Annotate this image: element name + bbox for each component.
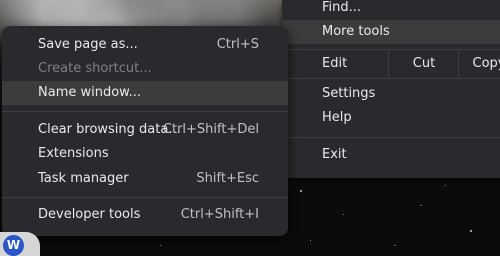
menu-item-extensions[interactable]: Extensions [2, 142, 288, 166]
menu-separator [282, 137, 500, 138]
menu-item-label: Clear browsing data... [38, 122, 181, 137]
copy-button[interactable]: Copy [458, 51, 500, 77]
menu-item-shortcut: Ctrl+Shift+I [180, 207, 259, 222]
browser-main-menu: Find... More tools Edit Cut Copy Setting… [282, 0, 500, 178]
edit-row: Edit Cut Copy [282, 51, 500, 77]
menu-separator [282, 78, 500, 79]
menu-item-label: Save page as... [38, 37, 138, 52]
menu-item-name-window[interactable]: Name window... [2, 81, 288, 105]
menu-item-label: More tools [322, 24, 390, 39]
menu-item-label: Settings [322, 86, 376, 101]
menu-item-label: Find... [322, 0, 362, 15]
cut-button[interactable]: Cut [388, 51, 459, 77]
menu-item-label: Extensions [38, 146, 109, 161]
menu-item-label: Create shortcut... [38, 61, 152, 76]
star [420, 205, 421, 206]
menu-item-shortcut: Ctrl+S [216, 37, 259, 52]
menu-item-shortcut: Ctrl+Shift+Del [162, 122, 259, 137]
profile-tab[interactable]: W [0, 232, 40, 256]
star [300, 190, 302, 192]
star [395, 245, 396, 246]
star [445, 185, 446, 186]
star [160, 245, 161, 246]
menu-separator [2, 197, 288, 198]
profile-avatar[interactable]: W [3, 235, 24, 256]
menu-item-label: Name window... [38, 85, 142, 100]
star [343, 214, 344, 215]
star [470, 230, 472, 232]
menu-item-help[interactable]: Help [282, 106, 500, 130]
menu-item-save-page[interactable]: Save page as... Ctrl+S [2, 33, 288, 57]
menu-item-label: Exit [322, 147, 347, 162]
edit-label: Edit [322, 56, 348, 71]
menu-item-shortcut: Shift+Esc [196, 171, 259, 186]
menu-item-label: Help [322, 110, 352, 125]
menu-item-more-tools[interactable]: More tools [282, 20, 500, 44]
menu-separator [2, 111, 288, 112]
menu-item-label: Developer tools [38, 207, 141, 222]
menu-item-task-manager[interactable]: Task manager Shift+Esc [2, 167, 288, 191]
menu-item-exit[interactable]: Exit [282, 143, 500, 167]
menu-item-clear-browsing-data[interactable]: Clear browsing data... Ctrl+Shift+Del [2, 118, 288, 142]
menu-separator [282, 49, 500, 50]
more-tools-submenu: Save page as... Ctrl+S Create shortcut..… [2, 26, 288, 236]
star [310, 240, 311, 241]
menu-item-label: Task manager [38, 171, 129, 186]
menu-item-settings[interactable]: Settings [282, 82, 500, 106]
menu-item-find[interactable]: Find... [282, 0, 500, 20]
menu-item-create-shortcut: Create shortcut... [2, 57, 288, 81]
menu-item-developer-tools[interactable]: Developer tools Ctrl+Shift+I [2, 203, 288, 227]
